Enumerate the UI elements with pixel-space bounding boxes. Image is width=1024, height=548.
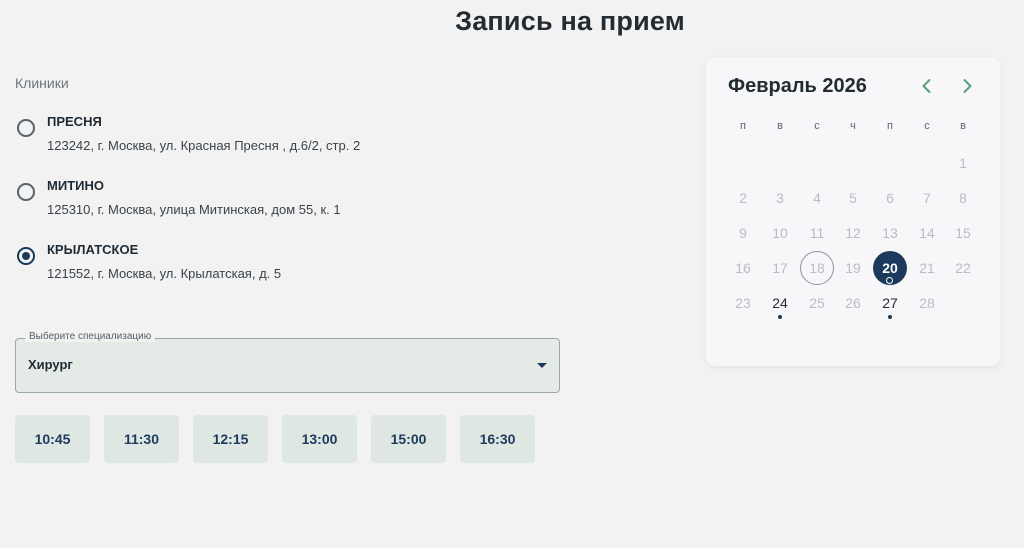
specialization-value: Хирург <box>28 357 73 372</box>
calendar-day-26: 26 <box>845 295 861 311</box>
calendar-day-9: 9 <box>739 225 747 241</box>
weekday-label: ч <box>850 120 856 132</box>
calendar-day-18: 18 <box>800 251 834 285</box>
specialization-select[interactable]: Выберите специализацию Хирург <box>15 331 560 393</box>
time-slot-button[interactable]: 16:30 <box>460 415 535 463</box>
radio-button[interactable] <box>17 119 35 137</box>
calendar-day-10: 10 <box>772 225 788 241</box>
calendar-day-22: 22 <box>955 260 971 276</box>
calendar: Февраль 2026 п в с ч п с в 1 2 3 4 5 6 7 8 9 10 11… <box>706 57 1000 366</box>
clinic-option-mitino[interactable]: МИТИНО 125310, г. Москва, улица Митинска… <box>15 178 575 228</box>
weekday-label: с <box>814 120 820 132</box>
clinic-option-krylatskoe[interactable]: КРЫЛАТСКОЕ 121552, г. Москва, ул. Крылат… <box>15 242 575 292</box>
time-slot-button[interactable]: 11:30 <box>104 415 179 463</box>
calendar-day-2: 2 <box>739 190 747 206</box>
caret-down-icon <box>537 363 547 368</box>
availability-dot <box>778 315 782 319</box>
calendar-day-5: 5 <box>849 190 857 206</box>
weekday-label: п <box>740 120 746 132</box>
calendar-day-12: 12 <box>845 225 861 241</box>
clinic-name: ПРЕСНЯ <box>47 114 102 129</box>
weekday-label: в <box>960 120 966 132</box>
chevron-right-icon[interactable] <box>956 75 978 97</box>
calendar-day-11: 11 <box>809 225 825 241</box>
weekday-label: в <box>777 120 783 132</box>
radio-button[interactable] <box>17 247 35 265</box>
calendar-day-1: 1 <box>959 155 967 171</box>
calendar-day-15: 15 <box>955 225 971 241</box>
page-title: Запись на прием <box>455 6 685 36</box>
clinic-name: МИТИНО <box>47 178 104 193</box>
clinic-option-presnya[interactable]: ПРЕСНЯ 123242, г. Москва, ул. Красная Пр… <box>15 114 575 164</box>
calendar-day-8: 8 <box>959 190 967 206</box>
time-slot-button[interactable]: 12:15 <box>193 415 268 463</box>
radio-button[interactable] <box>17 183 35 201</box>
availability-dot <box>886 277 893 284</box>
calendar-day-16: 16 <box>735 260 751 276</box>
calendar-day-3: 3 <box>776 190 784 206</box>
weekday-label: с <box>924 120 930 132</box>
time-slot-button[interactable]: 10:45 <box>15 415 90 463</box>
time-slot-button[interactable]: 15:00 <box>371 415 446 463</box>
time-slot-button[interactable]: 13:00 <box>282 415 357 463</box>
availability-dot <box>888 315 892 319</box>
chevron-left-icon[interactable] <box>916 75 938 97</box>
calendar-day-28: 28 <box>919 295 935 311</box>
calendar-day-21: 21 <box>919 260 935 276</box>
calendar-day-14: 14 <box>919 225 935 241</box>
clinics-label: Клиники <box>15 75 69 91</box>
calendar-day-7: 7 <box>923 190 931 206</box>
calendar-day-6: 6 <box>886 190 894 206</box>
calendar-month-title: Февраль 2026 <box>728 75 867 97</box>
weekday-label: п <box>887 120 893 132</box>
clinic-address: 123242, г. Москва, ул. Красная Пресня , … <box>47 138 361 153</box>
calendar-day-13: 13 <box>882 225 898 241</box>
calendar-day-25: 25 <box>809 295 825 311</box>
calendar-day-23: 23 <box>735 295 751 311</box>
calendar-day-4: 4 <box>813 190 821 206</box>
specialization-legend: Выберите специализацию <box>25 331 156 342</box>
clinic-address: 121552, г. Москва, ул. Крылатская, д. 5 <box>47 266 282 281</box>
clinic-address: 125310, г. Москва, улица Митинская, дом … <box>47 202 341 217</box>
calendar-day-17: 17 <box>772 260 788 276</box>
calendar-day-19: 19 <box>845 260 861 276</box>
clinic-name: КРЫЛАТСКОЕ <box>47 242 139 257</box>
